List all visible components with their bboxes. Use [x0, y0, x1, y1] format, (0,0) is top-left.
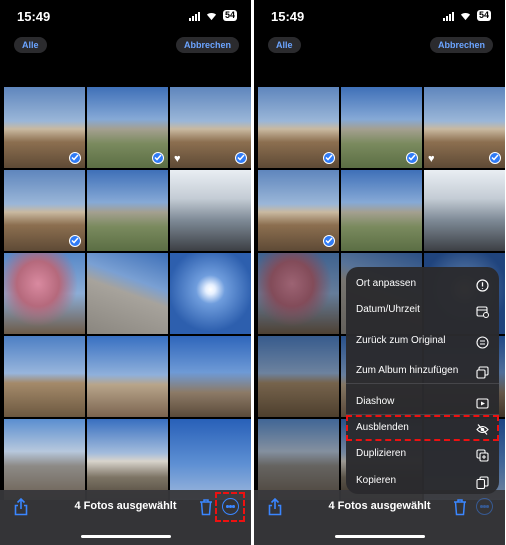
photo-thumbnail[interactable]: [341, 170, 422, 251]
photo-thumbnail[interactable]: [258, 87, 339, 168]
menu-item-zum-album-hinzufügen[interactable]: Zum Album hinzufügen: [346, 358, 499, 384]
photo-thumbnail[interactable]: [87, 336, 168, 417]
menu-item-label: Duplizieren: [356, 448, 407, 459]
menu-item-label: Ausblenden: [356, 422, 409, 433]
photo-thumbnail[interactable]: [87, 419, 168, 500]
menu-item-kopieren[interactable]: Kopieren: [346, 468, 499, 494]
photo-thumbnail[interactable]: [4, 336, 85, 417]
menu-item-label: Zurück zum Original: [356, 335, 446, 346]
selection-count: 4 Fotos ausgewählt: [328, 500, 431, 512]
photo-thumbnail[interactable]: [87, 87, 168, 168]
more-options-icon[interactable]: [476, 498, 493, 515]
menu-item-datum-uhrzeit[interactable]: Datum/Uhrzeit: [346, 297, 499, 323]
status-bar: 15:49 54: [0, 0, 251, 36]
location-info-icon: [476, 277, 489, 292]
menu-item-ort-anpassen[interactable]: Ort anpassen: [346, 271, 499, 297]
menu-item-ausblenden[interactable]: Ausblenden: [346, 415, 499, 441]
select-all-button[interactable]: Alle: [14, 37, 47, 53]
selected-checkmark-icon: [323, 152, 335, 164]
selected-checkmark-icon: [69, 152, 81, 164]
calendar-clock-icon: [476, 303, 489, 318]
menu-item-label: Datum/Uhrzeit: [356, 304, 420, 315]
status-icons: 54: [188, 10, 237, 21]
photo-thumbnail[interactable]: [87, 253, 168, 334]
menu-item-diashow[interactable]: Diashow: [346, 389, 499, 415]
battery-icon: 54: [476, 10, 491, 21]
menu-item-label: Diashow: [356, 396, 395, 407]
duplicate-icon: [476, 447, 489, 462]
photo-thumbnail[interactable]: [4, 87, 85, 168]
photos-screen-menu-open: 15:49 54 Alle Abbrechen ♥ 4 Fotos ausgew…: [254, 0, 505, 545]
photo-thumbnail[interactable]: [4, 170, 85, 251]
battery-icon: 54: [222, 10, 237, 21]
cellular-signal-icon: [442, 11, 454, 21]
selected-checkmark-icon: [69, 235, 81, 247]
revert-icon: [476, 334, 489, 349]
menu-item-label: Ort anpassen: [356, 278, 417, 289]
status-bar: 15:49 54: [254, 0, 505, 36]
photo-thumbnail[interactable]: [170, 253, 251, 334]
favorite-heart-icon: ♥: [428, 153, 435, 165]
menu-item-label: Kopieren: [356, 475, 397, 486]
favorite-heart-icon: ♥: [174, 153, 181, 165]
selected-checkmark-icon: [152, 152, 164, 164]
menu-item-duplizieren[interactable]: Duplizieren: [346, 441, 499, 467]
photo-thumbnail[interactable]: [258, 170, 339, 251]
home-indicator: [80, 535, 171, 538]
cancel-button[interactable]: Abbrechen: [429, 37, 493, 53]
menu-separator: [346, 383, 499, 384]
wifi-icon: [206, 12, 217, 20]
clock: 15:49: [17, 9, 51, 24]
home-indicator: [334, 535, 425, 538]
photos-screen-selection: 15:49 54 Alle Abbrechen ♥ 4 Fotos ausgew…: [0, 0, 251, 545]
photo-thumbnail[interactable]: [341, 87, 422, 168]
menu-item-zurück-zum-original[interactable]: Zurück zum Original: [346, 328, 499, 354]
cellular-signal-icon: [188, 11, 200, 21]
status-icons: 54: [442, 10, 491, 21]
photo-grid: ♥: [4, 87, 251, 500]
clock: 15:49: [271, 9, 305, 24]
photo-thumbnail[interactable]: [87, 170, 168, 251]
photo-thumbnail[interactable]: [170, 419, 251, 500]
photo-thumbnail[interactable]: [4, 419, 85, 500]
photo-thumbnail[interactable]: [170, 170, 251, 251]
selected-checkmark-icon: [406, 152, 418, 164]
cancel-button[interactable]: Abbrechen: [175, 37, 239, 53]
selected-checkmark-icon: [489, 152, 501, 164]
context-menu: Ort anpassen Datum/Uhrzeit Zurück zum Orig…: [346, 267, 499, 494]
selected-checkmark-icon: [323, 235, 335, 247]
wifi-icon: [460, 12, 471, 20]
photo-thumbnail[interactable]: ♥: [424, 87, 505, 168]
select-all-button[interactable]: Alle: [268, 37, 301, 53]
copy-icon: [476, 474, 489, 490]
highlight-frame: [215, 492, 245, 522]
menu-item-label: Zum Album hinzufügen: [356, 365, 459, 376]
photo-thumbnail[interactable]: [170, 336, 251, 417]
eye-slash-icon: [476, 421, 489, 435]
add-to-album-icon: [476, 364, 489, 379]
photo-thumbnail[interactable]: [4, 253, 85, 334]
play-icon: [476, 395, 489, 409]
trash-icon[interactable]: [199, 498, 213, 516]
photo-thumbnail[interactable]: [424, 170, 505, 251]
bottom-toolbar: 4 Fotos ausgewählt: [254, 490, 505, 545]
trash-icon[interactable]: [453, 498, 467, 516]
photo-thumbnail[interactable]: ♥: [170, 87, 251, 168]
bottom-toolbar: 4 Fotos ausgewählt: [0, 490, 251, 545]
selected-checkmark-icon: [235, 152, 247, 164]
selection-count: 4 Fotos ausgewählt: [74, 500, 177, 512]
